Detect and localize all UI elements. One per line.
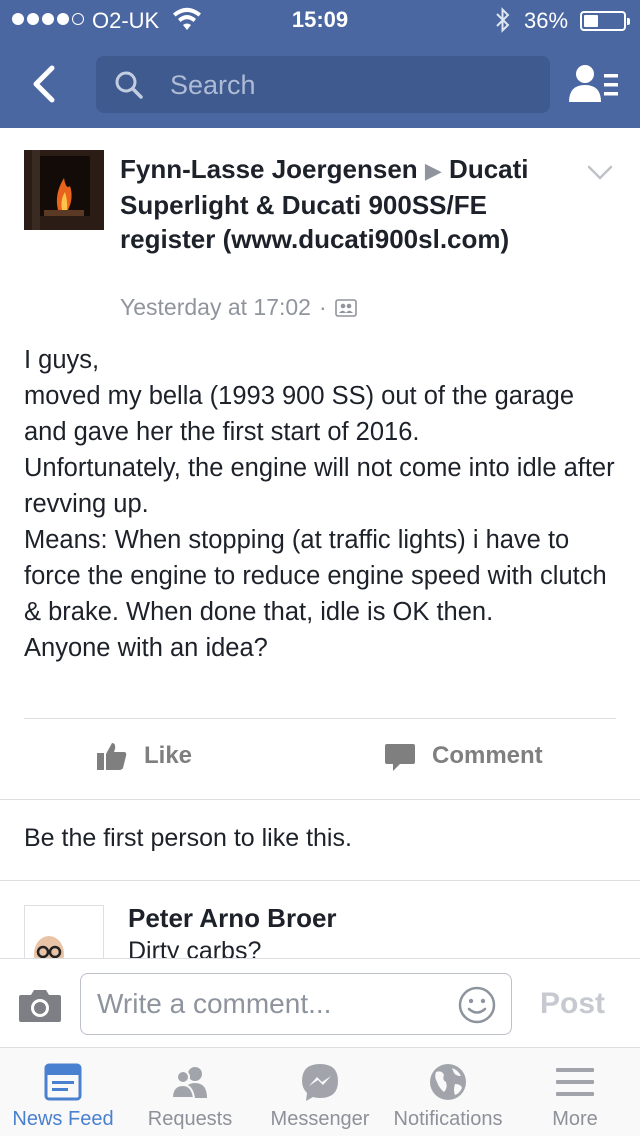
post-comment-button[interactable]: Post xyxy=(540,987,605,1021)
shared-to-arrow-icon: ▶ xyxy=(424,158,442,183)
post-header: Fynn-Lasse Joergensen ▶ Ducati Superligh… xyxy=(120,152,540,256)
group-audience-icon xyxy=(334,298,357,317)
author-name[interactable]: Fynn-Lasse Joergensen xyxy=(120,154,418,184)
post-body: I guys, moved my bella (1993 900 SS) out… xyxy=(24,346,615,662)
post-meta: Yesterday at 17:02 · xyxy=(120,294,357,321)
tab-label: More xyxy=(552,1108,598,1130)
section-divider xyxy=(0,799,640,800)
comment-label: Comment xyxy=(432,742,543,769)
comment-author[interactable]: Peter Arno Broer xyxy=(128,903,337,934)
comment-bubble-icon xyxy=(385,744,415,771)
smiley-icon[interactable] xyxy=(457,985,497,1025)
actions-divider xyxy=(24,718,616,719)
search-input[interactable] xyxy=(170,65,530,105)
section-divider xyxy=(0,880,640,881)
status-bar: O2-UK 15:09 36% xyxy=(0,0,640,40)
post-options-chevron-icon[interactable] xyxy=(586,164,614,182)
search-icon xyxy=(115,71,143,99)
bluetooth-icon xyxy=(496,7,510,33)
top-bar: O2-UK 15:09 36% xyxy=(0,0,640,128)
tab-label: News Feed xyxy=(12,1108,114,1130)
battery-percent: 36% xyxy=(524,8,569,33)
tab-bar: News Feed Requests Messenger Notificatio… xyxy=(0,1048,640,1136)
tab-label: Requests xyxy=(147,1108,233,1130)
tab-messenger[interactable]: Messenger xyxy=(254,1048,386,1136)
back-button[interactable] xyxy=(24,62,64,106)
tab-label: Messenger xyxy=(270,1108,370,1130)
author-avatar[interactable] xyxy=(24,150,104,230)
comment-composer: Post xyxy=(0,958,640,1048)
post-timestamp[interactable]: Yesterday at 17:02 xyxy=(120,294,311,321)
likes-summary: Be the first person to like this. xyxy=(24,824,352,852)
like-label: Like xyxy=(144,742,193,769)
menu-icon xyxy=(556,1068,594,1096)
meta-separator: · xyxy=(318,294,327,320)
tab-label: Notifications xyxy=(393,1108,503,1130)
camera-icon[interactable] xyxy=(18,987,62,1023)
tab-requests[interactable]: Requests xyxy=(126,1048,254,1136)
tab-more[interactable]: More xyxy=(510,1048,640,1136)
tab-notifications[interactable]: Notifications xyxy=(386,1048,510,1136)
tab-news-feed[interactable]: News Feed xyxy=(0,1048,126,1136)
news-feed-icon xyxy=(44,1063,82,1101)
friend-list-button[interactable] xyxy=(568,62,620,106)
comment-input-box[interactable] xyxy=(80,973,512,1035)
search-bar[interactable] xyxy=(96,56,550,113)
like-button[interactable]: Like xyxy=(96,740,192,772)
thumbs-up-icon xyxy=(97,743,127,770)
battery-icon xyxy=(580,11,630,31)
messenger-icon xyxy=(302,1064,338,1101)
comment-button[interactable]: Comment xyxy=(384,740,543,772)
globe-icon xyxy=(430,1064,466,1100)
comment-input[interactable] xyxy=(97,984,447,1024)
comment-text: Dirty carbs? xyxy=(128,937,262,960)
requests-icon xyxy=(170,1067,207,1099)
